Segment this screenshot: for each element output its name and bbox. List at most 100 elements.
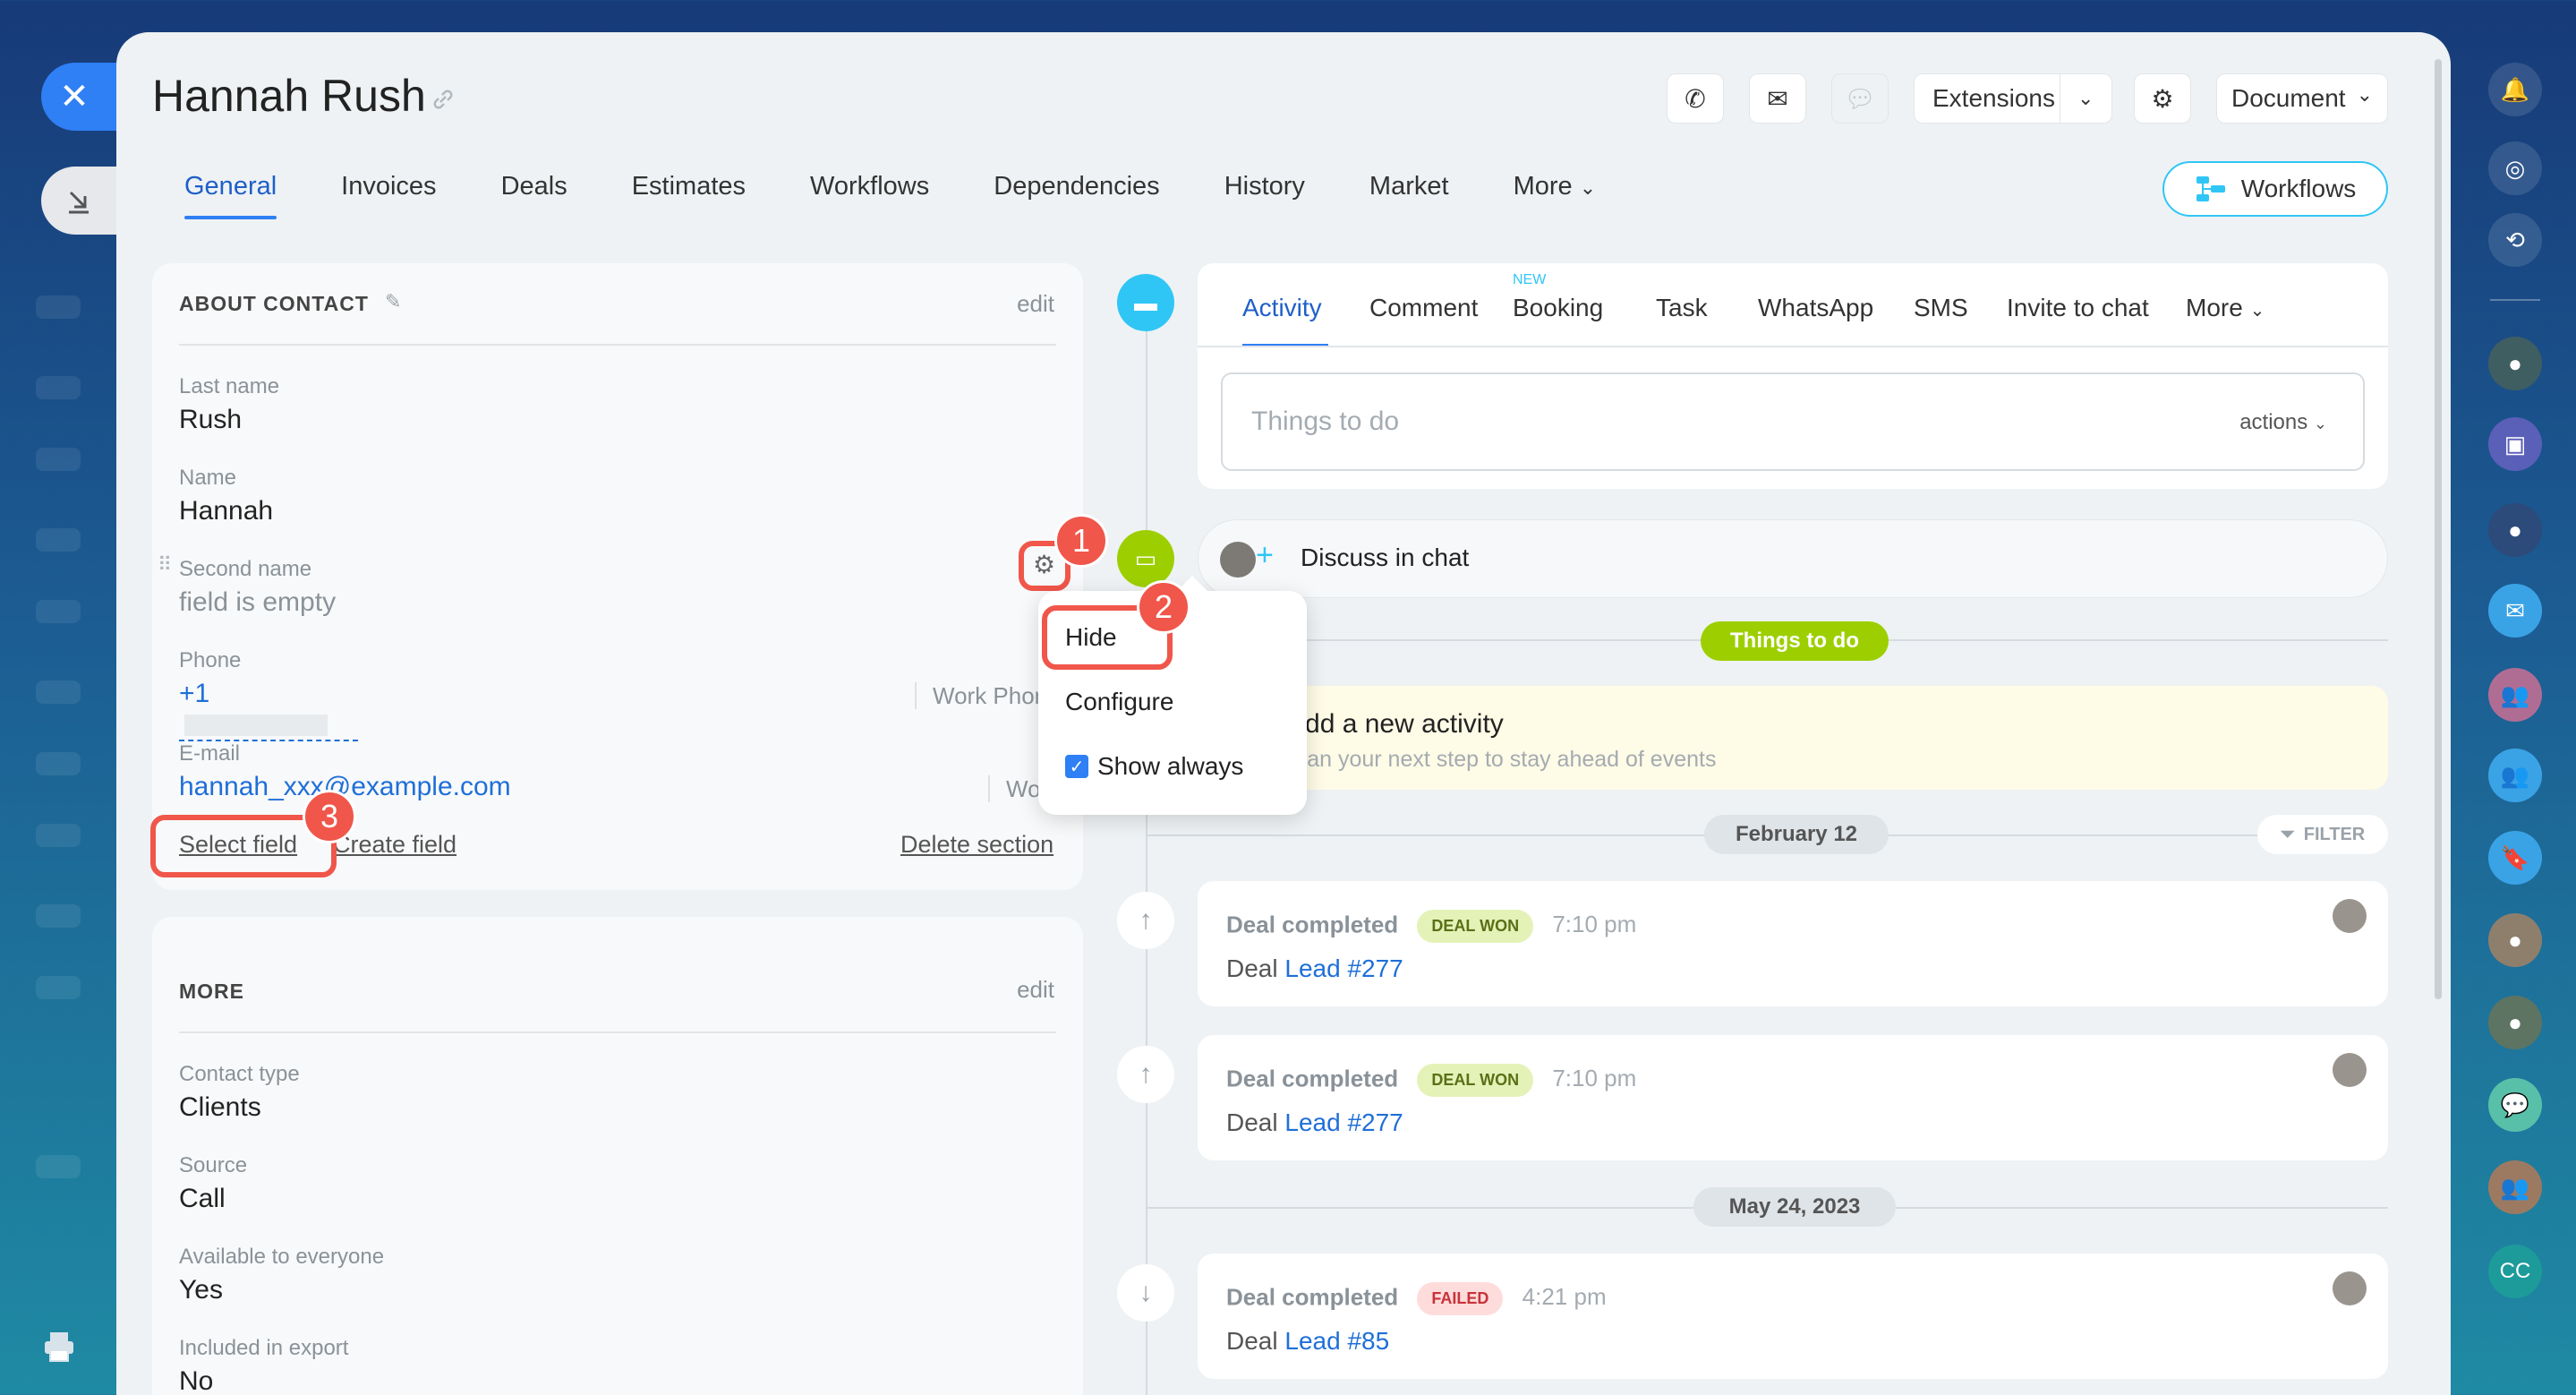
field-settings-gear-icon[interactable]: ⚙	[1033, 550, 1055, 579]
user-avatar[interactable]: ●	[2488, 996, 2542, 1049]
initials-avatar[interactable]: CC	[2488, 1245, 2542, 1298]
new-badge: NEW	[1513, 272, 1547, 287]
group-icon[interactable]: 👥	[2488, 1160, 2542, 1214]
tab-sms[interactable]: SMS	[1914, 294, 1968, 322]
tab-general[interactable]: General	[184, 172, 277, 219]
tab-deals[interactable]: Deals	[501, 172, 567, 201]
arrow-up-icon: ↑	[1117, 1046, 1174, 1103]
delete-section-link[interactable]: Delete section	[900, 831, 1053, 859]
field-label: Included in export	[179, 1336, 349, 1360]
actions-dropdown[interactable]: actions ⌄	[2239, 410, 2327, 435]
tab-invite-to-chat[interactable]: Invite to chat	[2007, 294, 2149, 322]
event-card[interactable]: Deal completed FAILED 4:21 pm Deal Lead …	[1198, 1254, 2388, 1379]
checkbox-checked-icon[interactable]: ✓	[1065, 755, 1088, 778]
workflows-label: Workflows	[2240, 175, 2357, 202]
redacted-block	[184, 715, 328, 737]
call-button[interactable]: ✆	[1667, 73, 1724, 124]
tab-market[interactable]: Market	[1369, 172, 1449, 201]
discuss-in-chat-row[interactable]: + Discuss in chat	[1198, 519, 2388, 598]
chat-icon[interactable]: 💬	[2488, 1078, 2542, 1132]
bg-icon	[36, 752, 81, 775]
contact-type-value[interactable]: Clients	[179, 1092, 261, 1123]
deal-link[interactable]: Lead #277	[1284, 954, 1403, 982]
close-slider-button[interactable]: ✕	[41, 63, 116, 131]
tab-history[interactable]: History	[1224, 172, 1305, 201]
gear-icon: ⚙	[2151, 84, 2174, 113]
deal-link[interactable]: Lead #277	[1284, 1108, 1403, 1136]
tab-whatsapp[interactable]: WhatsApp	[1758, 294, 1873, 322]
contacts-book-icon[interactable]: ▣	[2488, 417, 2542, 471]
configure-menu-item[interactable]: Configure	[1065, 688, 1173, 716]
extensions-dropdown[interactable]: Extensions ⌄	[1914, 73, 2112, 124]
phone-link[interactable]: +1	[179, 679, 358, 741]
divider	[915, 682, 917, 709]
document-dropdown[interactable]: Document ⌄	[2216, 73, 2388, 124]
add-activity-card[interactable]: Add a new activity Plan your next step t…	[1198, 686, 2388, 790]
workflows-button[interactable]: Workflows	[2162, 161, 2388, 217]
bookmark-icon[interactable]: 🔖	[2488, 831, 2542, 885]
user-avatar[interactable]: ●	[2488, 913, 2542, 967]
export-value[interactable]: No	[179, 1366, 213, 1395]
source-value[interactable]: Call	[179, 1184, 226, 1214]
event-card[interactable]: Deal completed DEAL WON 7:10 pm Deal Lea…	[1198, 1035, 2388, 1160]
field-label: Phone	[179, 648, 242, 672]
show-always-menu-item[interactable]: ✓ Show always	[1065, 752, 1243, 781]
notifications-bell-icon[interactable]: 🔔	[2488, 63, 2542, 116]
printer-icon[interactable]	[41, 1329, 77, 1365]
tab-booking[interactable]: Booking	[1513, 294, 1603, 322]
chevron-down-icon: ⌄	[1579, 176, 1597, 199]
group-icon[interactable]: 👥	[2488, 749, 2542, 802]
event-body: Deal Lead #85	[1226, 1327, 1389, 1356]
drag-handle-icon[interactable]: ⠿	[158, 553, 172, 577]
tab-activity[interactable]: Activity	[1242, 294, 1322, 322]
settings-button[interactable]: ⚙	[2134, 73, 2191, 124]
bg-icon	[36, 976, 81, 999]
about-contact-card: ABOUT CONTACT ✎ edit Last name Rush Name…	[152, 263, 1083, 890]
edit-link[interactable]: edit	[1017, 976, 1054, 1004]
target-icon[interactable]: ◎	[2488, 141, 2542, 195]
plus-icon: +	[1256, 538, 1274, 572]
pencil-icon[interactable]: ✎	[385, 290, 401, 313]
tab-workflows[interactable]: Workflows	[810, 172, 929, 201]
tab-dependencies[interactable]: Dependencies	[994, 172, 1159, 201]
chat-icon: 💬︎	[1844, 84, 1876, 113]
tab-invoices[interactable]: Invoices	[341, 172, 436, 201]
name-value[interactable]: Hannah	[179, 496, 273, 526]
second-name-value[interactable]: field is empty	[179, 587, 336, 618]
scrollbar[interactable]	[2435, 59, 2442, 999]
mail-icon[interactable]: ✉	[2488, 584, 2542, 638]
sync-chat-icon[interactable]: ⟲	[2488, 213, 2542, 267]
todo-placeholder: Things to do	[1251, 407, 1400, 436]
tab-more[interactable]: More ⌄	[2186, 294, 2265, 322]
tab-more[interactable]: More ⌄	[1514, 172, 1597, 201]
chat-button[interactable]: 💬︎	[1831, 73, 1889, 124]
chevron-down-icon: ⌄	[2249, 301, 2265, 321]
event-card[interactable]: Deal completed DEAL WON 7:10 pm Deal Lea…	[1198, 881, 2388, 1006]
page-title: Hannah Rush	[152, 71, 426, 121]
last-name-value[interactable]: Rush	[179, 405, 242, 435]
date-separator: February 12	[1704, 815, 1889, 854]
section-title: ABOUT CONTACT	[179, 292, 369, 315]
bg-icon	[36, 528, 81, 552]
deal-won-badge: DEAL WON	[1417, 1064, 1534, 1097]
things-to-do-pill: Things to do	[1701, 621, 1889, 661]
link-icon[interactable]	[430, 86, 456, 113]
group-icon[interactable]: 👥	[2488, 668, 2542, 722]
create-field-link[interactable]: Create field	[333, 831, 456, 859]
todo-input[interactable]: Things to do actions ⌄	[1221, 372, 2365, 471]
annotation-badge-1: 1	[1054, 514, 1108, 568]
deal-link[interactable]: Lead #85	[1284, 1327, 1389, 1355]
tab-estimates[interactable]: Estimates	[632, 172, 746, 201]
user-avatar[interactable]: ●	[2488, 503, 2542, 557]
deal-won-badge: DEAL WON	[1417, 910, 1534, 943]
filter-button[interactable]: ⏷ FILTER	[2257, 815, 2388, 854]
tab-task[interactable]: Task	[1656, 294, 1708, 322]
edit-link[interactable]: edit	[1017, 290, 1054, 318]
available-value[interactable]: Yes	[179, 1275, 223, 1305]
minimize-button[interactable]	[41, 167, 116, 235]
group-avatar[interactable]: ●	[2488, 337, 2542, 390]
tab-comment[interactable]: Comment	[1369, 294, 1478, 322]
divider	[988, 775, 990, 802]
email-button[interactable]: ✉	[1749, 73, 1806, 124]
section-title: MORE	[179, 980, 244, 1003]
